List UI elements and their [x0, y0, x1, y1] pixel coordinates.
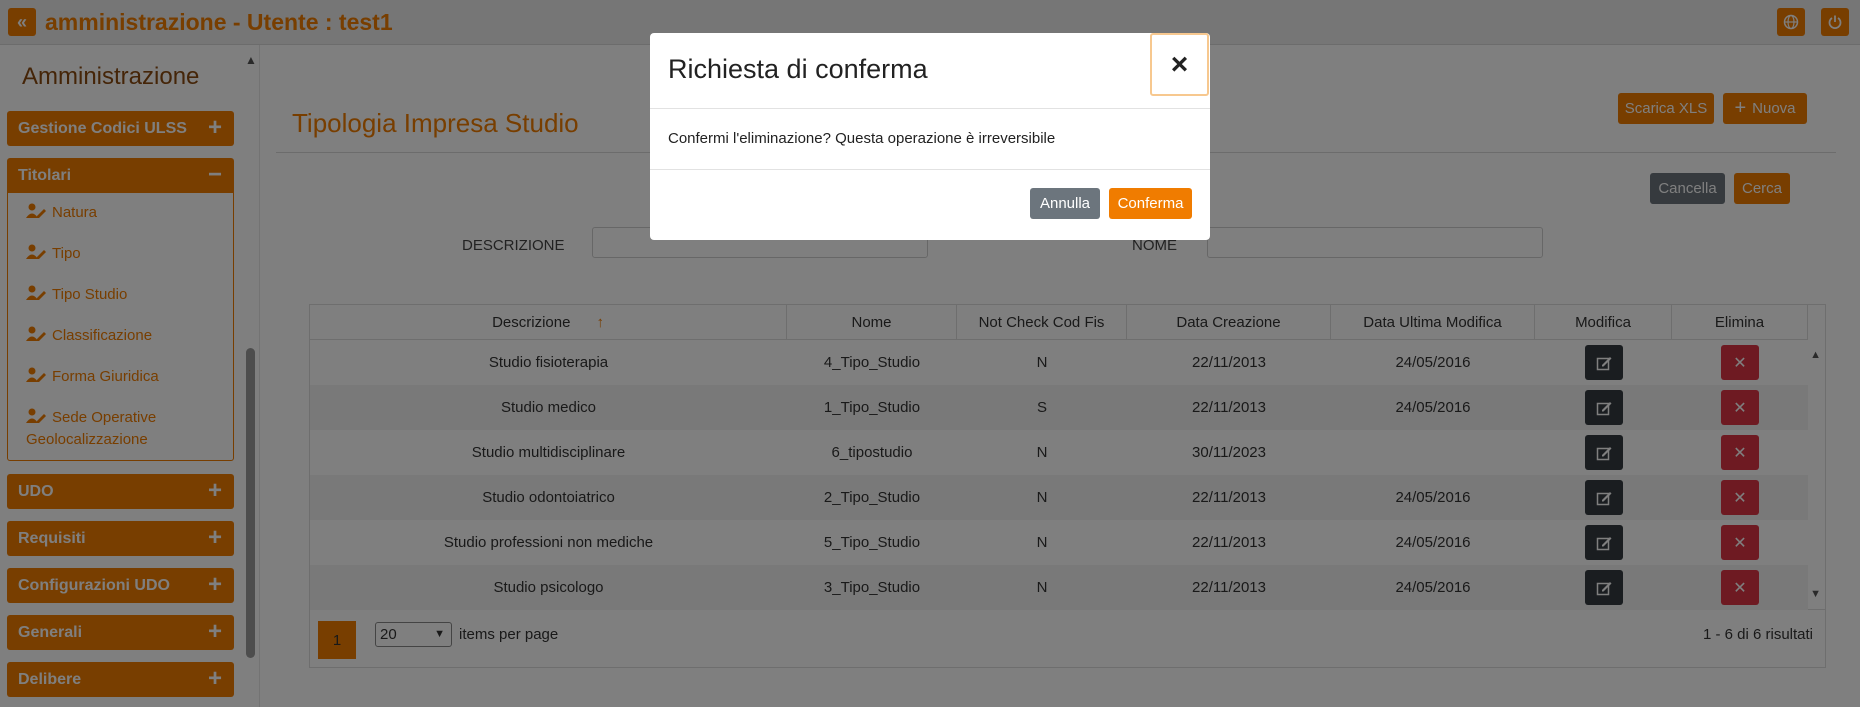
modal-divider	[650, 169, 1210, 170]
annulla-button[interactable]: Annulla	[1030, 188, 1100, 219]
conferma-button[interactable]: Conferma	[1109, 188, 1192, 219]
modal-message: Confermi l'eliminazione? Questa operazio…	[668, 130, 1056, 147]
close-icon[interactable]: ×	[1150, 33, 1209, 96]
modal-divider	[650, 108, 1210, 109]
modal-title: Richiesta di conferma	[668, 54, 928, 84]
confirm-dialog: Richiesta di conferma × Confermi l'elimi…	[650, 33, 1210, 240]
